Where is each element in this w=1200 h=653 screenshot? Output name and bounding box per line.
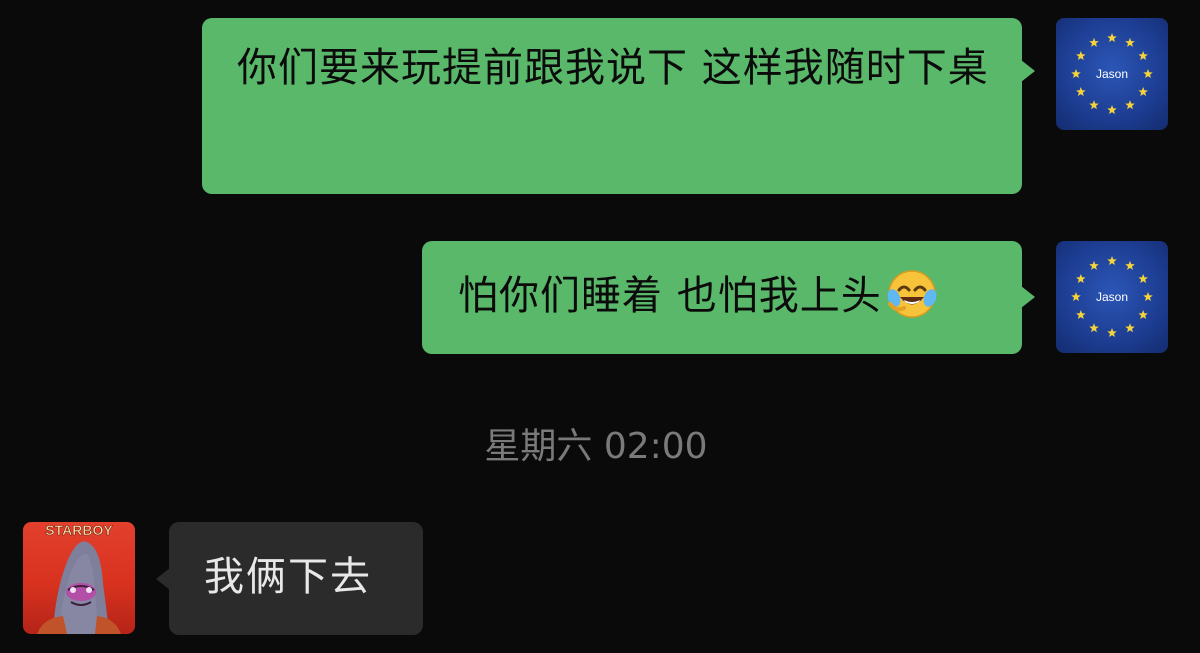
eu-star-icon <box>1125 323 1135 333</box>
eu-star-icon <box>1138 87 1148 97</box>
bubble-tail-3 <box>156 568 170 590</box>
eu-star-icon <box>1138 310 1148 320</box>
eu-star-icon <box>1125 37 1135 47</box>
avatar-label: Jason <box>1096 290 1128 304</box>
eu-flag-icon: Jason <box>1071 256 1153 338</box>
eu-star-icon <box>1107 256 1117 266</box>
eu-star-icon <box>1089 37 1099 47</box>
eu-star-icon <box>1143 292 1153 302</box>
eu-star-icon <box>1125 260 1135 270</box>
eu-star-icon <box>1089 100 1099 110</box>
eu-star-icon <box>1089 323 1099 333</box>
eu-star-icon <box>1071 292 1081 302</box>
eu-star-icon <box>1076 51 1086 61</box>
eu-star-icon <box>1107 105 1117 115</box>
eu-star-icon <box>1089 260 1099 270</box>
eu-flag-icon: Jason <box>1071 33 1153 115</box>
eu-star-icon <box>1107 328 1117 338</box>
starboy-character-icon: STARBOY <box>37 522 121 634</box>
avatar-jason-2[interactable]: Jason <box>1056 241 1168 353</box>
message-text-2: 怕你们睡着 也怕我上头 <box>458 273 882 319</box>
eu-star-icon <box>1143 69 1153 79</box>
eu-star-icon <box>1107 33 1117 43</box>
message-bubble-2[interactable]: 怕你们睡着 也怕我上头 <box>422 241 1022 354</box>
eu-star-icon <box>1138 51 1148 61</box>
message-bubble-3[interactable]: 我俩下去 <box>169 522 423 635</box>
eu-star-icon <box>1076 310 1086 320</box>
timestamp: 星期六 02:00 <box>484 426 708 467</box>
eu-star-icon <box>1071 69 1081 79</box>
eu-star-icon <box>1076 274 1086 284</box>
eu-star-icon <box>1076 87 1086 97</box>
message-bubble-1[interactable]: 你们要来玩提前跟我说下 这样我随时下桌 <box>202 18 1022 194</box>
message-text-1: 你们要来玩提前跟我说下 这样我随时下桌 <box>237 45 989 91</box>
avatar-jason[interactable]: Jason <box>1056 18 1168 130</box>
svg-text:STARBOY: STARBOY <box>45 522 113 538</box>
eu-star-icon <box>1125 100 1135 110</box>
laughing-crying-emoji-icon <box>886 268 938 320</box>
bubble-tail-2 <box>1021 286 1035 308</box>
avatar-label: Jason <box>1096 67 1128 81</box>
avatar-starboy[interactable]: STARBOY <box>23 522 135 634</box>
bubble-tail-1 <box>1021 60 1035 82</box>
eu-star-icon <box>1138 274 1148 284</box>
message-text-3: 我俩下去 <box>204 554 372 600</box>
